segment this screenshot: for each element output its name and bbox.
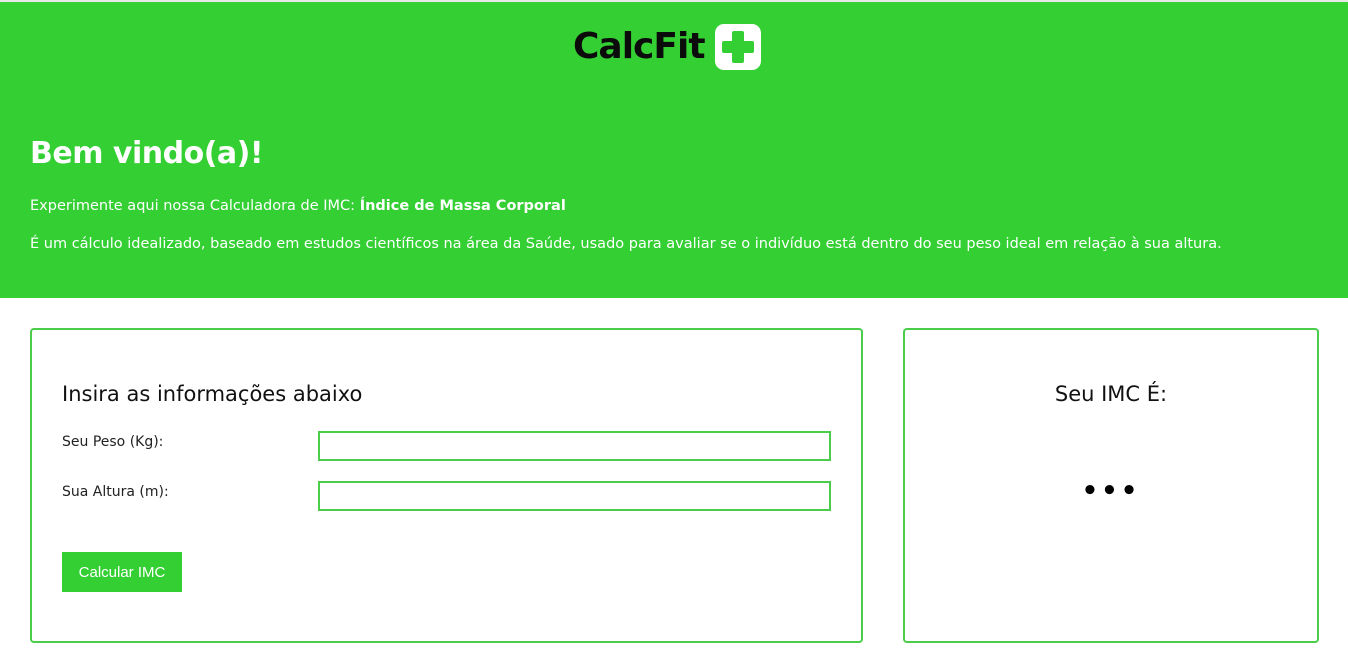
logo[interactable]: CalcFit <box>573 22 761 72</box>
height-label: Sua Altura (m): <box>62 484 169 500</box>
weight-label: Seu Peso (Kg): <box>62 434 164 450</box>
height-input[interactable] <box>318 481 831 511</box>
result-value: ••• <box>1081 476 1141 506</box>
intro-highlight: Índice de Massa Corporal <box>359 198 566 214</box>
imc-result-card: Seu IMC É: ••• <box>903 328 1319 643</box>
result-title: Seu IMC É: <box>1054 382 1168 406</box>
description-text: É um cálculo idealizado, baseado em estu… <box>30 236 1222 252</box>
intro-prefix: Experimente aqui nossa Calculadora de IM… <box>30 198 360 214</box>
plus-icon <box>714 24 761 70</box>
header-banner: CalcFit Bem vindo(a)! Experimente aqui n… <box>0 0 1348 298</box>
welcome-title: Bem vindo(a)! <box>30 136 264 171</box>
calculate-imc-button[interactable]: Calcular IMC <box>62 552 182 592</box>
logo-text: CalcFit <box>573 26 706 67</box>
weight-input[interactable] <box>318 431 831 461</box>
intro-text: Experimente aqui nossa Calculadora de IM… <box>30 198 566 214</box>
imc-form-card: Insira as informações abaixo Seu Peso (K… <box>30 328 863 643</box>
form-title: Insira as informações abaixo <box>62 382 363 406</box>
